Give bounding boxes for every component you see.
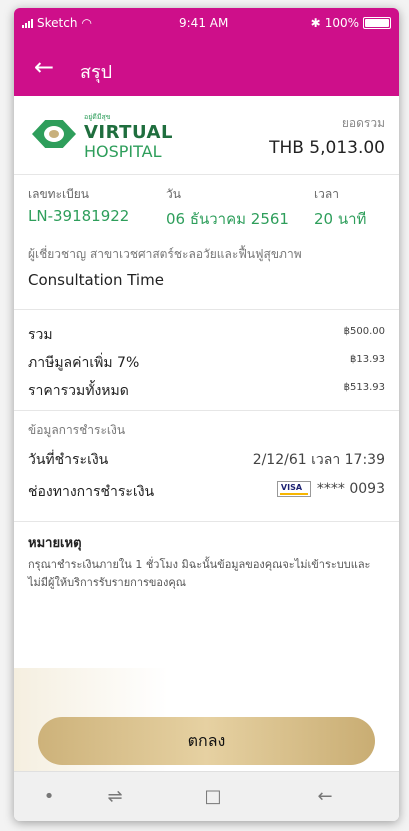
- status-time: 9:41 AM: [179, 16, 229, 30]
- ok-button[interactable]: ตกลง: [38, 717, 375, 765]
- time-label: เวลา: [314, 187, 339, 201]
- wifi-icon: ◠: [81, 16, 92, 30]
- back-icon[interactable]: ←: [314, 786, 336, 808]
- date-value: 06 ธันวาคม 2561: [166, 210, 289, 228]
- price-row: ราคารวมทั้งหมด ฿513.93: [14, 374, 399, 402]
- bluetooth-icon: ✱: [310, 16, 321, 30]
- payment-channel-value: VISA **** 0093: [276, 481, 385, 497]
- date-label: วัน: [166, 187, 181, 201]
- price-row-label: ราคารวมทั้งหมด: [28, 383, 129, 399]
- summary-content: อยู่ดีมีสุข VIRTUAL HOSPITAL ยอดรวม THB …: [14, 96, 399, 642]
- logo-hospital-text: HOSPITAL: [84, 142, 162, 161]
- home-icon[interactable]: □: [202, 786, 224, 808]
- payment-info: ข้อมูลการชำระเงิน วันที่ชำระเงิน 2/12/61…: [14, 411, 399, 521]
- card-number: **** 0093: [316, 481, 385, 497]
- note-section: หมายเหตุ กรุณาชำระเงินภายใน 1 ชั่วโมง มิ…: [14, 522, 399, 642]
- price-row: ภาษีมูลค่าเพิ่ม 7% ฿13.93: [14, 346, 399, 374]
- virtual-hospital-logo: อยู่ดีมีสุข VIRTUAL HOSPITAL: [32, 112, 222, 164]
- price-row-label: ภาษีมูลค่าเพิ่ม 7%: [28, 355, 140, 371]
- price-row-label: รวม: [28, 327, 53, 343]
- appointment-info: เลขทะเบียน LN-39181922 วัน 06 ธันวาคม 25…: [14, 175, 399, 239]
- recent-apps-icon[interactable]: ⇌: [104, 786, 126, 808]
- logo-virtual-text: VIRTUAL: [84, 122, 173, 143]
- price-row: รวม ฿500.00: [14, 318, 399, 346]
- reg-label: เลขทะเบียน: [28, 187, 89, 201]
- visa-card-icon: VISA: [276, 481, 311, 497]
- note-title: หมายเหตุ: [28, 536, 82, 551]
- android-nav-bar: • ⇌ □ ←: [14, 771, 399, 821]
- price-summary: รวม ฿500.00 ภาษีมูลค่าเพิ่ม 7% ฿13.93 รา…: [14, 310, 399, 410]
- total-value: THB 5,013.00: [269, 138, 385, 158]
- page-title: สรุป: [80, 62, 113, 83]
- payment-channel-label: ช่องทางการชำระเงิน: [28, 484, 155, 500]
- logo-mark-icon: [32, 120, 76, 148]
- price-row-amount: ฿513.93: [343, 382, 385, 393]
- payment-date-label: วันที่ชำระเงิน: [28, 452, 109, 468]
- time-value: 20 นาที: [314, 210, 367, 228]
- battery-icon: [363, 17, 391, 29]
- specialist-value: Consultation Time: [28, 271, 164, 289]
- battery-percent: 100%: [324, 16, 359, 30]
- payment-title: ข้อมูลการชำระเงิน: [28, 423, 126, 437]
- payment-date-value: 2/12/61 เวลา 17:39: [252, 452, 385, 468]
- signal-icon: [22, 18, 33, 28]
- status-bar: Sketch ◠ 9:41 AM ✱ 100%: [14, 8, 399, 40]
- dot-icon[interactable]: •: [38, 786, 60, 808]
- price-row-amount: ฿13.93: [350, 354, 385, 365]
- note-text: กรุณาชำระเงินภายใน 1 ชั่วโมง มิฉะนั้นข้อ…: [28, 558, 371, 589]
- reg-value: LN-39181922: [28, 207, 130, 225]
- nav-bar: ← สรุป: [14, 40, 399, 96]
- specialist-label: ผู้เชี่ยวชาญ สาขาเวชศาสตร์ชะลอวัยและฟื้น…: [28, 247, 302, 261]
- back-arrow-icon[interactable]: ←: [34, 54, 54, 80]
- phone-frame: Sketch ◠ 9:41 AM ✱ 100% ← สรุป อยู่ดีมีส…: [14, 8, 399, 821]
- specialist-section: ผู้เชี่ยวชาญ สาขาเวชศาสตร์ชะลอวัยและฟื้น…: [14, 239, 399, 309]
- carrier-label: Sketch: [37, 16, 78, 30]
- total-label: ยอดรวม: [341, 116, 385, 130]
- price-row-amount: ฿500.00: [343, 326, 385, 337]
- summary-header: อยู่ดีมีสุข VIRTUAL HOSPITAL ยอดรวม THB …: [14, 96, 399, 174]
